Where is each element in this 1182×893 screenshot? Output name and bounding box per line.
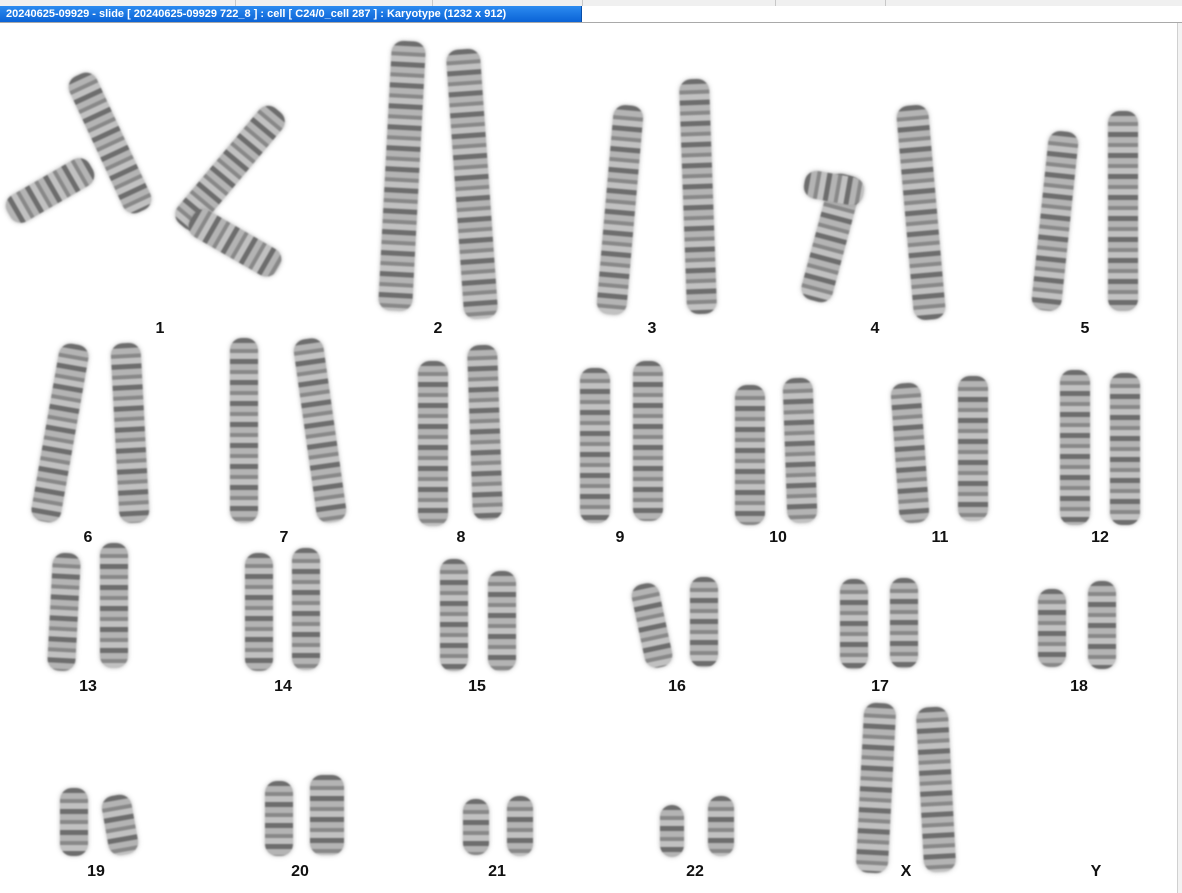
chromosome-5a[interactable] [1030,129,1080,313]
chromosome-label-10: 10 [769,529,787,546]
chromosome-1b-arm[interactable] [184,205,286,281]
chromosome-12b[interactable] [1110,373,1140,525]
chromosome-9a[interactable] [580,368,610,523]
chromosome-19a[interactable] [60,788,88,856]
chromosome-6a[interactable] [29,341,91,525]
chromosome-11a[interactable] [890,382,930,524]
chromosome-label-3: 3 [647,320,657,337]
chromosome-11b[interactable] [958,376,988,521]
chromosome-15a[interactable] [440,559,468,671]
chromosome-8b[interactable] [466,344,504,521]
chromosome-label-19: 19 [87,863,105,880]
chromosome-label-4: 4 [870,320,880,337]
chromosome-label-13: 13 [79,678,97,695]
chromosome-12a[interactable] [1060,370,1090,525]
chromosome-20b[interactable] [310,775,344,855]
chromosome-label-1: 1 [155,320,165,337]
chromosome-5b[interactable] [1108,111,1138,311]
chromosome-21a[interactable] [463,799,489,855]
chromosome-7b[interactable] [292,336,348,525]
chromosome-6b[interactable] [110,342,150,524]
vertical-scrollbar-edge[interactable] [1177,23,1182,893]
chromosome-label-7: 7 [279,529,289,546]
chromosome-label-16: 16 [668,678,686,695]
chromosome-label-8: 8 [456,529,466,546]
chromosome-14b[interactable] [292,548,320,670]
chromosome-14a[interactable] [245,553,273,671]
window-title[interactable]: 20240625-09929 - slide [ 20240625-09929 … [0,6,582,22]
chromosome-15b[interactable] [488,571,516,671]
chromosome-19b[interactable] [100,792,140,858]
chromosome-label-x: X [900,863,912,880]
chromosome-10a[interactable] [735,385,765,525]
chromosome-18b[interactable] [1088,581,1116,669]
chromosome-20a[interactable] [265,781,293,856]
chromosome-22a[interactable] [660,805,684,857]
chromosome-4a-arm[interactable] [802,169,866,207]
chromosome-label-18: 18 [1070,678,1088,695]
chromosome-17a[interactable] [840,579,868,669]
chromosome-21b[interactable] [507,796,533,856]
chromosome-label-2: 2 [433,320,443,337]
chromosome-17b[interactable] [890,578,918,668]
chromosome-2a[interactable] [377,40,427,312]
chromosome-18a[interactable] [1038,589,1066,667]
chromosome-3b[interactable] [678,78,718,315]
chromosome-label-21: 21 [488,863,506,880]
chromosome-22b[interactable] [708,796,734,856]
chromosome-label-17: 17 [871,678,889,695]
chromosome-label-20: 20 [291,863,309,880]
karyotype-canvas[interactable]: 1 2 3 4 5 6 7 8 9 10 11 12 13 14 15 16 1… [0,23,1178,893]
chromosome-16a[interactable] [629,581,675,670]
chromosome-1a[interactable] [64,68,156,218]
chromosome-label-y: Y [1090,863,1102,880]
chromosome-label-6: 6 [83,529,93,546]
chromosome-label-5: 5 [1080,320,1090,337]
chromosome-3a[interactable] [595,104,645,316]
chromosome-label-9: 9 [615,529,625,546]
chromosome-1b[interactable] [170,100,290,236]
window-title-bar: 20240625-09929 - slide [ 20240625-09929 … [0,6,1182,23]
chromosome-xa[interactable] [855,702,897,874]
chromosome-10b[interactable] [782,377,818,524]
chromosome-16b[interactable] [690,577,718,667]
chromosome-9b[interactable] [633,361,663,521]
chromosome-label-22: 22 [686,863,704,880]
chromosome-label-15: 15 [468,678,486,695]
chromosome-13a[interactable] [46,552,82,672]
chromosome-label-14: 14 [274,678,292,695]
chromosome-8a[interactable] [418,361,448,526]
chromosome-7a[interactable] [230,338,258,523]
chromosome-label-11: 11 [931,529,949,546]
chromosome-2b[interactable] [445,48,499,320]
chromosome-label-12: 12 [1091,529,1109,546]
chromosome-xb[interactable] [915,706,957,873]
chromosome-1a-arm[interactable] [1,153,99,228]
chromosome-13b[interactable] [100,543,128,668]
chromosome-4b[interactable] [895,104,947,321]
